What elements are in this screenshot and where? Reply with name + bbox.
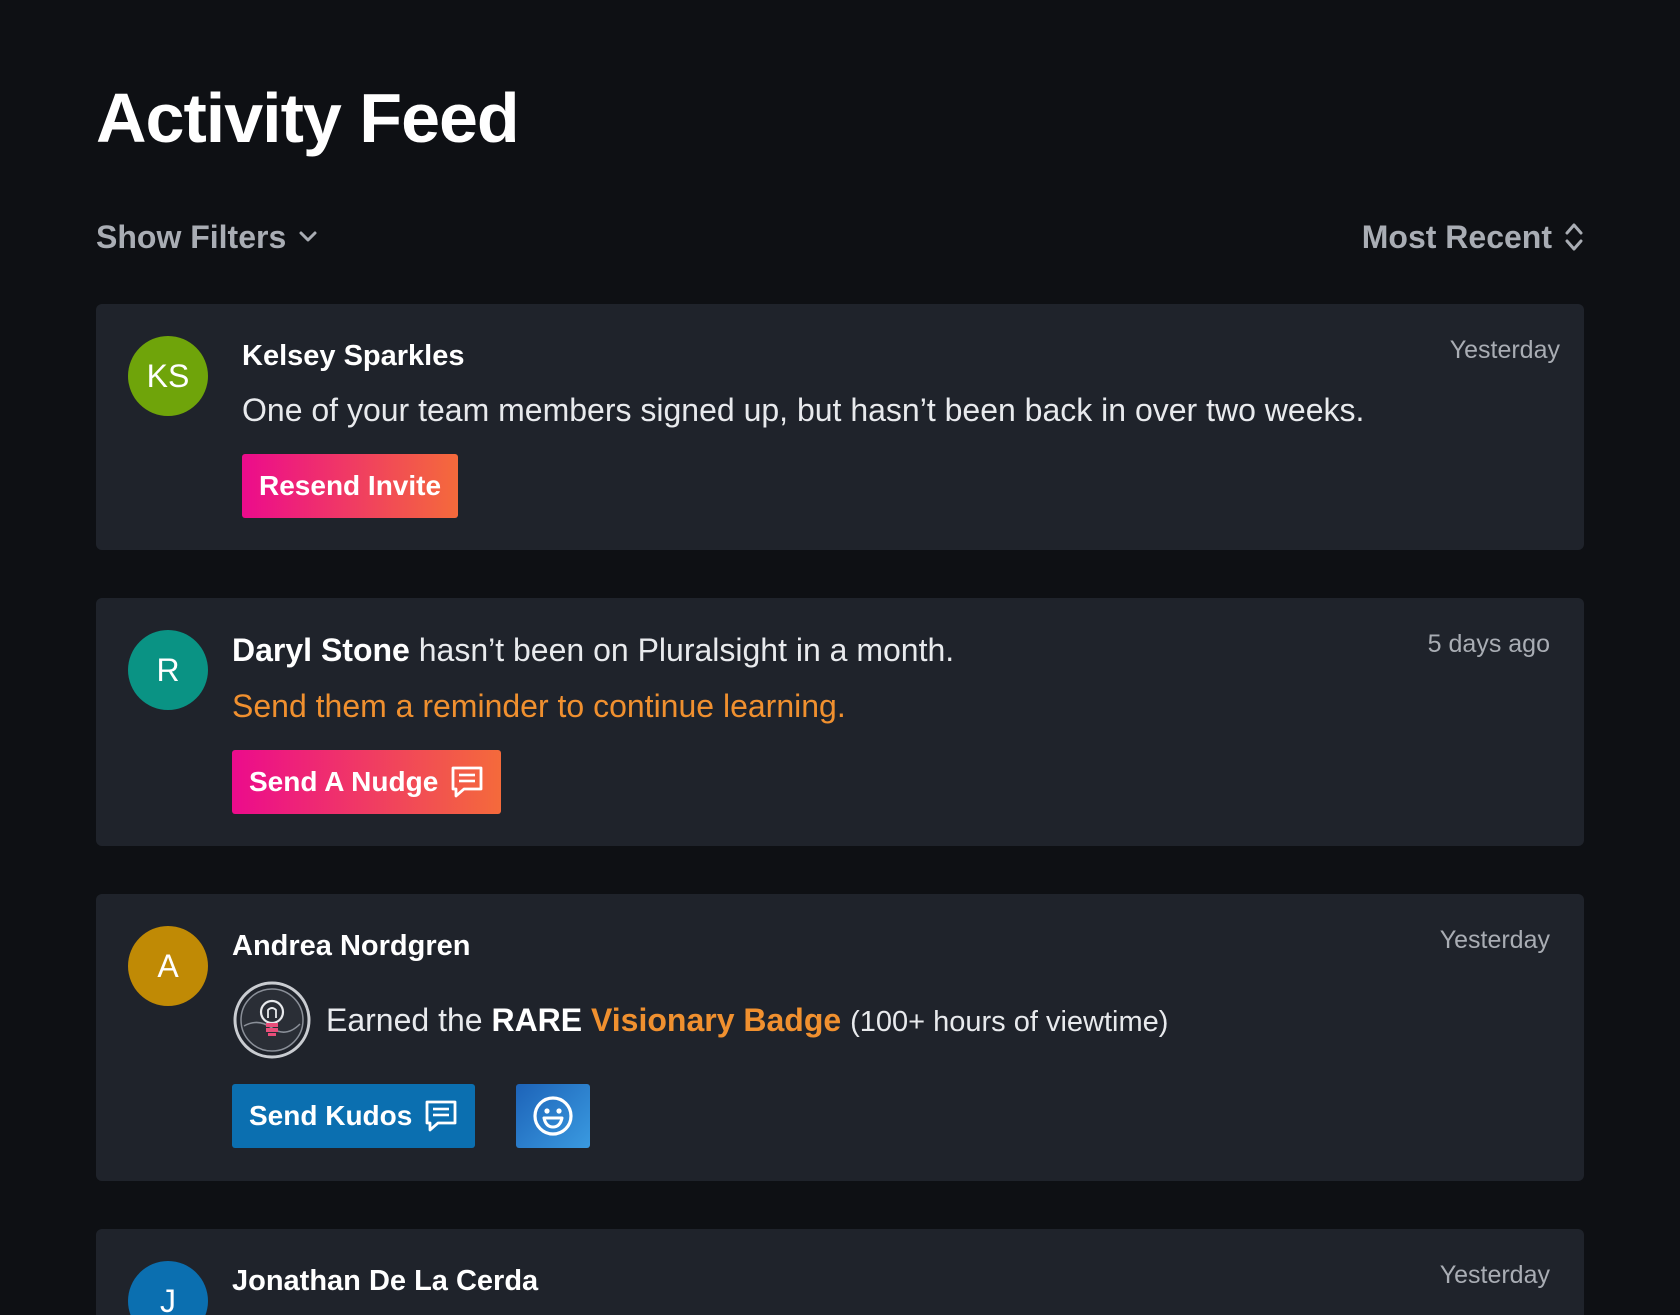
nudge-hint: Send them a reminder to continue learnin… xyxy=(232,688,846,724)
send-nudge-button[interactable]: Send A Nudge xyxy=(232,750,502,814)
smiley-icon xyxy=(533,1096,573,1136)
badge-rarity: RARE xyxy=(491,1001,583,1038)
avatar-initials: J xyxy=(160,1282,176,1315)
avatar-initials: A xyxy=(157,947,179,984)
sort-select[interactable]: Most Recent xyxy=(1362,219,1584,256)
resend-invite-label: Resend Invite xyxy=(259,470,442,501)
send-kudos-button[interactable]: Send Kudos xyxy=(232,1084,476,1148)
chevron-down-icon xyxy=(299,231,317,242)
emoji-reaction-button[interactable] xyxy=(516,1084,590,1148)
activity-feed-page: Activity Feed Show Filters Most Recent K… xyxy=(0,0,1680,1315)
avatar: KS xyxy=(128,336,208,416)
activity-message: One of your team members signed up, but … xyxy=(242,392,1365,428)
user-name[interactable]: Daryl Stone xyxy=(232,632,410,668)
send-kudos-label: Send Kudos xyxy=(249,1100,413,1131)
avatar-initials: R xyxy=(156,651,180,688)
badge-detail: (100+ hours of viewtime) xyxy=(850,1005,1169,1038)
avatar-initials: KS xyxy=(146,357,190,394)
send-nudge-label: Send A Nudge xyxy=(249,766,439,797)
feed-card: R Daryl Stone hasn’t been on Pluralsight… xyxy=(96,598,1584,846)
user-name[interactable]: Kelsey Sparkles xyxy=(242,340,464,373)
avatar: A xyxy=(128,926,208,1006)
badge-earned-line: Earned the RARE Visionary Badge (100+ ho… xyxy=(232,980,1168,1060)
feed-card: A Andrea Nordgren Yesterday Earned the R… xyxy=(96,894,1584,1181)
timestamp: Yesterday xyxy=(1439,1261,1550,1289)
timestamp: Yesterday xyxy=(1439,926,1550,954)
feed-toolbar: Show Filters Most Recent xyxy=(96,215,1584,259)
user-name[interactable]: Jonathan De La Cerda xyxy=(232,1265,538,1298)
page-title: Activity Feed xyxy=(96,79,520,157)
feed-card: J Jonathan De La Cerda Yesterday xyxy=(96,1229,1584,1315)
badge-prefix: Earned the xyxy=(326,1001,492,1038)
timestamp: Yesterday xyxy=(1449,336,1560,364)
user-name[interactable]: Andrea Nordgren xyxy=(232,930,470,963)
show-filters-toggle[interactable]: Show Filters xyxy=(96,219,318,256)
feed-card: KS Kelsey Sparkles Yesterday One of your… xyxy=(96,304,1584,550)
activity-message-text: hasn’t been on Pluralsight in a month. xyxy=(409,632,955,668)
show-filters-label: Show Filters xyxy=(96,218,287,255)
timestamp: 5 days ago xyxy=(1427,630,1550,658)
avatar: J xyxy=(128,1261,208,1315)
chat-icon xyxy=(451,766,483,798)
lightbulb-badge-icon xyxy=(233,981,311,1059)
avatar: R xyxy=(128,630,208,710)
sort-updown-icon xyxy=(1565,223,1583,251)
badge-name-link[interactable]: Visionary Badge xyxy=(591,1002,841,1038)
chat-icon xyxy=(425,1100,457,1132)
activity-message: Daryl Stone hasn’t been on Pluralsight i… xyxy=(232,632,954,669)
resend-invite-button[interactable]: Resend Invite xyxy=(242,454,459,518)
sort-label: Most Recent xyxy=(1361,218,1552,255)
badge-description: Earned the RARE Visionary Badge (100+ ho… xyxy=(326,1002,1168,1039)
